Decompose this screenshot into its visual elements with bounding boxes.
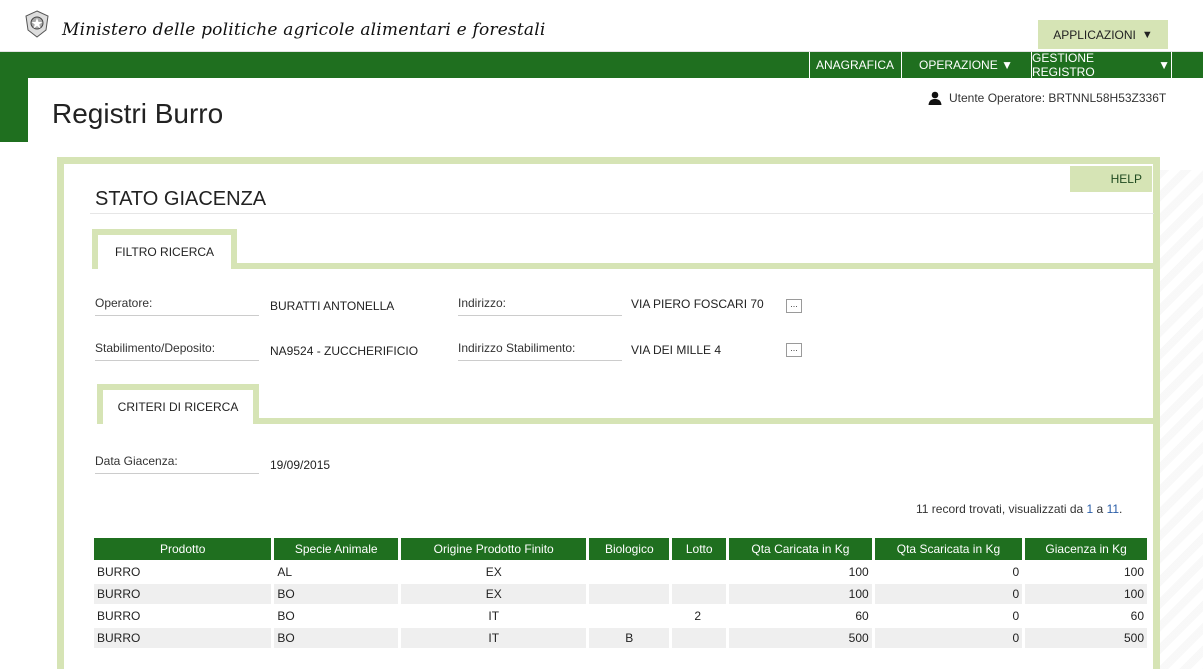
table-cell: 0 (874, 562, 1023, 582)
records-mid: a (1093, 502, 1107, 516)
table-row[interactable]: BURRO BO EX 100 0 100 (94, 584, 1147, 604)
tab-criteri-label: CRITERI DI RICERCA (117, 400, 239, 414)
table-cell: BURRO (94, 628, 272, 648)
data-giacenza-value: 19/09/2015 (270, 458, 331, 472)
table-cell: 500 (1025, 628, 1147, 648)
operatore-value: BURATTI ANTONELLA (270, 299, 395, 313)
table-cell: 100 (1025, 562, 1147, 582)
table-cell (672, 584, 727, 604)
stabilimento-value: NA9524 - ZUCCHERIFICIO (270, 344, 419, 358)
table-row[interactable]: BURRO BO IT B 500 0 500 (94, 628, 1147, 648)
tab-filtro-ricerca[interactable]: FILTRO RICERCA (92, 229, 237, 269)
column-header[interactable]: Qta Caricata in Kg (729, 538, 872, 560)
table-cell: B (589, 628, 670, 648)
table-cell: EX (401, 584, 587, 604)
nav-anagrafica-label: ANAGRAFICA (815, 58, 894, 72)
page-title: Registri Burro (52, 98, 224, 129)
table-cell: BURRO (94, 584, 272, 604)
table-header-row: Prodotto Specie Animale Origine Prodotto… (94, 538, 1147, 560)
applicazioni-label: APPLICAZIONI (1053, 27, 1136, 42)
table-cell: 0 (874, 584, 1023, 604)
table-cell: 100 (729, 562, 872, 582)
table-cell: EX (401, 562, 587, 582)
table-row[interactable]: BURRO BO IT 2 60 0 60 (94, 606, 1147, 626)
table-cell: 500 (729, 628, 872, 648)
nav-operazione-label: OPERAZIONE (919, 58, 998, 72)
tab-underline (259, 418, 1154, 424)
records-to: 11 (1106, 502, 1120, 516)
records-prefix: 11 record trovati, visualizzati da (916, 502, 1087, 516)
dropdown-triangle-icon: ▼ (1141, 28, 1153, 41)
tab-criteri-ricerca[interactable]: CRITERI DI RICERCA (97, 384, 259, 424)
help-label: HELP (1110, 172, 1142, 186)
table-cell (672, 628, 727, 648)
table-cell: 0 (874, 628, 1023, 648)
records-suffix: . (1119, 502, 1123, 516)
column-header[interactable]: Specie Animale (274, 538, 399, 560)
divider (90, 213, 1154, 214)
table-cell: IT (401, 606, 587, 626)
table-cell (589, 562, 670, 582)
user-info: Utente Operatore: BRTNNL58H53Z336T (928, 91, 1166, 105)
indirizzo-stabilimento-details-button[interactable]: ... (786, 343, 802, 357)
column-header[interactable]: Giacenza in Kg (1025, 538, 1147, 560)
nav-operazione[interactable]: OPERAZIONE ▼ (901, 52, 1030, 78)
table-cell: BURRO (94, 562, 272, 582)
indirizzo-details-button[interactable]: ... (786, 299, 802, 313)
nav-gestione-registro[interactable]: GESTIONE REGISTRO ▼ (1031, 51, 1170, 79)
dropdown-triangle-icon: ▼ (1158, 58, 1170, 72)
table-cell (672, 562, 727, 582)
column-header[interactable]: Prodotto (94, 538, 272, 560)
table-cell: BURRO (94, 606, 272, 626)
top-header: Ministero delle politiche agricole alime… (0, 0, 1203, 52)
stabilimento-label: Stabilimento/Deposito: (95, 341, 259, 361)
table-cell: BO (274, 606, 399, 626)
user-label: Utente Operatore: BRTNNL58H53Z336T (949, 91, 1167, 105)
table-cell (589, 584, 670, 604)
operatore-label: Operatore: (95, 296, 259, 316)
table-cell: 2 (672, 606, 727, 626)
ministry-name: Ministero delle politiche agricole alime… (62, 20, 546, 40)
table-cell: 60 (729, 606, 872, 626)
table-row[interactable]: BURRO AL EX 100 0 100 (94, 562, 1147, 582)
section-title: STATO GIACENZA (95, 188, 267, 210)
left-accent (0, 78, 28, 142)
indirizzo-label: Indirizzo: (458, 296, 622, 316)
table-cell: 0 (874, 606, 1023, 626)
table-cell: IT (401, 628, 587, 648)
indirizzo-stabilimento-label: Indirizzo Stabilimento: (458, 341, 622, 361)
table-cell: BO (274, 628, 399, 648)
help-button[interactable]: HELP (1070, 166, 1152, 192)
user-icon (928, 91, 942, 105)
applicazioni-button[interactable]: APPLICAZIONI ▼ (1038, 20, 1168, 49)
tab-filtro-label: FILTRO RICERCA (114, 245, 215, 259)
column-header[interactable]: Qta Scaricata in Kg (874, 538, 1023, 560)
giacenza-table: Prodotto Specie Animale Origine Prodotto… (91, 536, 1150, 650)
tab-underline (237, 263, 1154, 269)
column-header[interactable]: Origine Prodotto Finito (401, 538, 587, 560)
nav-anagrafica[interactable]: ANAGRAFICA (809, 52, 900, 78)
column-header[interactable]: Biologico (589, 538, 670, 560)
table-cell: BO (274, 584, 399, 604)
table-cell: AL (274, 562, 399, 582)
table-cell: 100 (729, 584, 872, 604)
column-header[interactable]: Lotto (672, 538, 727, 560)
emblem-icon (25, 10, 49, 38)
table-cell: 60 (1025, 606, 1147, 626)
nav-end-divider (1171, 52, 1203, 78)
data-giacenza-label: Data Giacenza: (95, 454, 259, 474)
records-summary: 11 record trovati, visualizzati da 1 a 1… (916, 502, 1122, 516)
dropdown-triangle-icon: ▼ (1001, 58, 1013, 72)
table-cell (589, 606, 670, 626)
indirizzo-stabilimento-value: VIA DEI MILLE 4 (631, 343, 722, 357)
table-cell: 100 (1025, 584, 1147, 604)
nav-gestione-label: GESTIONE REGISTRO (1032, 51, 1095, 79)
indirizzo-value: VIA PIERO FOSCARI 70 (631, 297, 764, 311)
background-pattern (1158, 170, 1203, 669)
